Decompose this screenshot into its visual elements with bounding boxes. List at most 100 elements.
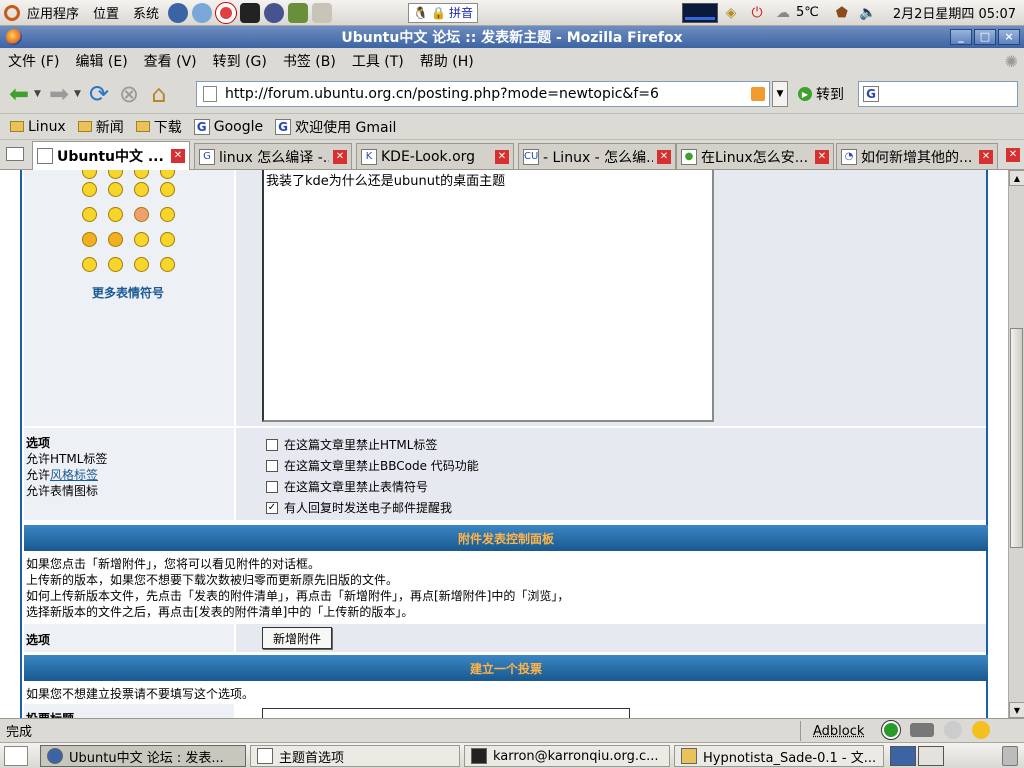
scroll-up-icon[interactable]: ▲ xyxy=(1009,170,1024,186)
smiley-icon[interactable] xyxy=(82,182,97,197)
disable-bbcode-checkbox[interactable] xyxy=(266,459,278,472)
menu-bookmarks[interactable]: 书签 (B) xyxy=(275,51,344,71)
smiley-icon[interactable] xyxy=(134,182,149,197)
disable-html-option[interactable]: 在这篇文章里禁止HTML标签 xyxy=(266,436,437,453)
bookmark-downloads[interactable]: 下载 xyxy=(130,117,188,137)
menu-file[interactable]: 文件 (F) xyxy=(0,51,67,71)
back-dropdown-icon[interactable]: ▼ xyxy=(34,89,44,99)
menu-places[interactable]: 位置 xyxy=(86,3,126,22)
tab-linux-install[interactable]: ● 在Linux怎么安... ✕ xyxy=(676,143,834,169)
minimize-button[interactable]: _ xyxy=(950,29,972,45)
smiley-icon[interactable] xyxy=(160,182,175,197)
google-search-icon[interactable]: G xyxy=(863,86,879,102)
disable-html-checkbox[interactable] xyxy=(266,438,278,451)
smiley-icon[interactable] xyxy=(108,182,123,197)
menu-applications[interactable]: 应用程序 xyxy=(20,3,86,22)
workspace-2[interactable] xyxy=(918,746,944,766)
smiley-icon[interactable] xyxy=(134,232,149,247)
url-input[interactable]: http://forum.ubuntu.org.cn/posting.php?m… xyxy=(196,81,770,107)
rss-icon[interactable] xyxy=(751,87,765,101)
sun-weather-icon[interactable] xyxy=(972,721,990,739)
smiley-icon[interactable] xyxy=(160,207,175,222)
trash-icon[interactable] xyxy=(1002,746,1018,766)
tab-ubuntu-forum[interactable]: Ubuntu中文 ... ✕ xyxy=(32,141,190,170)
smiley-icon[interactable] xyxy=(160,232,175,247)
tab-add-other[interactable]: ◔ 如何新增其他的... ✕ xyxy=(836,143,998,169)
smiley-icon[interactable] xyxy=(108,232,123,247)
forward-arrow-icon[interactable]: ➡ xyxy=(44,79,74,109)
ubuntu-logo-icon[interactable] xyxy=(4,4,20,21)
disable-bbcode-option[interactable]: 在这篇文章里禁止BBCode 代码功能 xyxy=(266,457,479,474)
question-icon[interactable] xyxy=(108,257,123,272)
online-status-icon[interactable] xyxy=(881,720,901,740)
close-tab-icon[interactable]: ✕ xyxy=(333,149,347,164)
firefox-icon[interactable] xyxy=(6,29,22,45)
stop-icon[interactable]: ⊗ xyxy=(114,79,144,109)
scrollbar-thumb[interactable] xyxy=(1010,328,1023,548)
fireftp-icon[interactable] xyxy=(910,723,934,737)
menu-go[interactable]: 转到 (G) xyxy=(205,51,275,71)
message-textarea[interactable]: 我装了kde为什么还是ubunut的桌面主题 xyxy=(262,170,714,422)
search-input[interactable]: G xyxy=(858,81,1018,107)
tab-linux-how[interactable]: CU - Linux - 怎么编... ✕ xyxy=(518,143,676,169)
update-notifier-icon[interactable]: ◈ xyxy=(721,3,741,23)
tab-kde-look[interactable]: K KDE-Look.org ✕ xyxy=(356,143,514,169)
reload-icon[interactable]: ⟳ xyxy=(84,79,114,109)
smiley-icon[interactable] xyxy=(82,232,97,247)
task-terminal[interactable]: karron@karronqiu.org.c... xyxy=(464,745,670,767)
task-file-manager[interactable]: Hypnotista_Sade-0.1 - 文... xyxy=(674,745,884,767)
task-theme-preferences[interactable]: 主题首选项 xyxy=(250,745,460,767)
firefox-launcher-icon[interactable] xyxy=(168,2,189,23)
smiley-icon[interactable] xyxy=(82,207,97,222)
scroll-down-icon[interactable]: ▼ xyxy=(1009,702,1024,718)
show-desktop-icon[interactable] xyxy=(4,746,28,766)
notify-reply-option[interactable]: ✓ 有人回复时发送电子邮件提醒我 xyxy=(266,499,452,516)
close-tab-icon[interactable]: ✕ xyxy=(815,149,829,164)
input-method-indicator[interactable]: 🐧 🔒 拼音 xyxy=(408,2,478,23)
network-launcher-icon[interactable] xyxy=(192,2,213,23)
adblock-button[interactable]: Adblock xyxy=(800,721,876,741)
smiley-icon[interactable] xyxy=(134,207,149,222)
task-firefox[interactable]: Ubuntu中文 论坛 : 发表... xyxy=(40,745,246,767)
add-attachment-button[interactable]: 新增附件 xyxy=(262,627,333,649)
bookmark-linux[interactable]: Linux xyxy=(4,119,72,135)
bbcode-link[interactable]: 风格标签 xyxy=(50,468,98,482)
bookmark-gmail[interactable]: G 欢迎使用 Gmail xyxy=(269,117,402,137)
menu-view[interactable]: 查看 (V) xyxy=(136,51,205,71)
volume-icon[interactable]: 🔈 xyxy=(858,3,878,23)
close-tab-icon[interactable]: ✕ xyxy=(657,149,671,164)
maximize-button[interactable]: □ xyxy=(974,29,996,45)
close-tab-icon[interactable]: ✕ xyxy=(979,149,993,164)
disable-smilies-option[interactable]: 在这篇文章里禁止表情符号 xyxy=(266,478,428,495)
poll-title-input[interactable] xyxy=(262,708,630,718)
window-titlebar[interactable]: Ubuntu中文 论坛 :: 发表新主题 - Mozilla Firefox _… xyxy=(0,26,1024,48)
bookmark-google[interactable]: G Google xyxy=(188,118,269,135)
idea-icon[interactable] xyxy=(134,257,149,272)
more-smilies-link[interactable]: 更多表情符号 xyxy=(92,284,164,301)
go-button[interactable]: ▶ 转到 xyxy=(798,84,844,104)
power-icon[interactable]: ⏻ xyxy=(747,3,767,23)
home-launcher-icon[interactable] xyxy=(312,2,333,23)
globe-launcher-icon[interactable] xyxy=(264,2,285,23)
workspace-1[interactable] xyxy=(890,746,916,766)
forward-dropdown-icon[interactable]: ▼ xyxy=(74,89,84,99)
panel-clock[interactable]: 2月2日星期四 05:07 xyxy=(893,3,1016,22)
cloud-icon[interactable] xyxy=(944,721,962,739)
menu-edit[interactable]: 编辑 (E) xyxy=(67,51,135,71)
close-tab-icon[interactable]: ✕ xyxy=(495,149,509,164)
new-tab-icon[interactable] xyxy=(6,147,24,161)
home-icon[interactable]: ⌂ xyxy=(144,79,174,109)
arrow-icon[interactable] xyxy=(160,257,175,272)
exclamation-icon[interactable] xyxy=(82,257,97,272)
menu-system[interactable]: 系统 xyxy=(126,3,166,22)
disable-smilies-checkbox[interactable] xyxy=(266,480,278,493)
close-tab-icon[interactable]: ✕ xyxy=(171,149,185,163)
close-all-tabs-icon[interactable]: ✕ xyxy=(1006,148,1020,162)
bookmark-news[interactable]: 新闻 xyxy=(72,117,130,137)
shield-icon[interactable]: ⬟ xyxy=(832,3,852,23)
notify-reply-checkbox[interactable]: ✓ xyxy=(266,501,278,514)
url-history-dropdown[interactable]: ▼ xyxy=(772,81,788,107)
back-arrow-icon[interactable]: ⬅ xyxy=(4,79,34,109)
system-monitor-icon[interactable] xyxy=(681,2,718,23)
tab-linux-compile[interactable]: G linux 怎么编译 -... ✕ xyxy=(194,143,352,169)
